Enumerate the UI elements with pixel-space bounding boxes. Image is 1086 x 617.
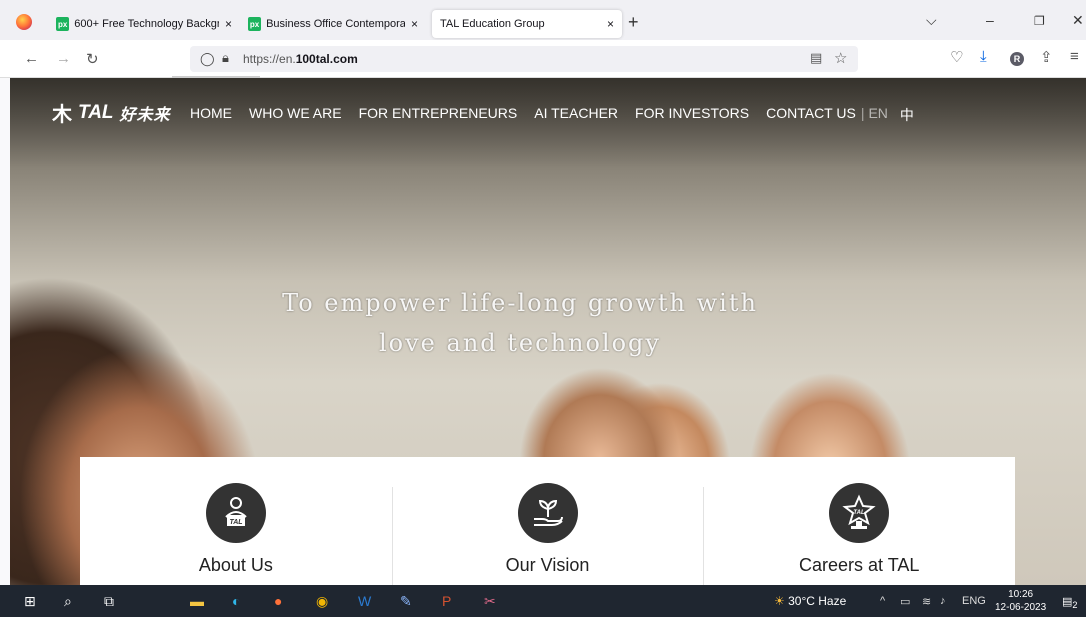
lock-icon[interactable]: 🔒︎	[222, 50, 229, 66]
card-careers[interactable]: TAL Careers at TAL	[703, 457, 1015, 585]
browser-nav-bar: ← → ↻ ◯ 🔒︎ https://en.100tal.com ▤ ☆	[0, 40, 1086, 78]
extensions-icon[interactable]: ⇪	[1040, 48, 1053, 66]
svg-text:TAL: TAL	[229, 519, 242, 526]
tab-close-icon[interactable]: ×	[607, 17, 614, 31]
pexels-favicon-icon: px	[248, 17, 262, 31]
forward-arrow-icon[interactable]: →	[56, 50, 71, 67]
browser-tab-bar: px 600+ Free Technology Backgro × px Bus…	[0, 0, 1086, 40]
svg-text:TAL: TAL	[854, 510, 866, 516]
menu-contact-us[interactable]: CONTACT US	[766, 105, 856, 125]
address-bar[interactable]: ◯ 🔒︎ https://en.100tal.com ▤ ☆	[190, 46, 858, 72]
logo-chinese: 好未来	[119, 106, 171, 124]
site-main-menu: HOME WHO WE ARE FOR ENTREPRENEURS AI TEA…	[190, 105, 914, 125]
lang-cn[interactable]: 中	[900, 105, 914, 125]
windows-taskbar: ⊞ ⌕ ⧉ ▬ ◐ ● ◉ W ✎ P ✂ ☀ 30°C Haze ^ ▭ ≋ …	[0, 585, 1086, 617]
volume-icon[interactable]: ♪	[940, 595, 946, 607]
pocket-icon[interactable]: ♡	[950, 48, 963, 66]
list-all-tabs-button[interactable]: ⌵	[926, 12, 937, 29]
menu-home[interactable]: HOME	[190, 105, 232, 125]
word-icon[interactable]: W	[358, 593, 371, 609]
menu-who-we-are[interactable]: WHO WE ARE	[249, 105, 342, 125]
card-our-vision[interactable]: Our Vision	[391, 457, 704, 585]
task-view-icon[interactable]: ⧉	[104, 593, 114, 610]
clock-date: 12-06-2023	[995, 602, 1047, 613]
menu-for-entrepreneurs[interactable]: FOR ENTREPRENEURS	[359, 105, 518, 125]
hamburger-menu-icon[interactable]: ≡	[1070, 48, 1079, 65]
file-explorer-icon[interactable]: ▬	[190, 593, 204, 609]
tagline-line-1: To empower life-long growth with	[282, 289, 758, 317]
menu-separator: |	[860, 105, 865, 121]
download-icon[interactable]: ⤓	[980, 48, 987, 65]
battery-icon[interactable]: ▭	[900, 595, 910, 608]
back-arrow-icon[interactable]: ←	[24, 50, 39, 67]
tab-title: 600+ Free Technology Backgro	[74, 18, 219, 30]
menu-ai-teacher[interactable]: AI TEACHER	[534, 105, 618, 125]
wifi-icon[interactable]: ≋	[922, 595, 931, 608]
hero-tagline: To empower life-long growth with love an…	[250, 283, 790, 363]
weather-widget[interactable]: ☀ 30°C Haze	[774, 594, 846, 608]
tal-tree-icon: ⽊	[52, 104, 72, 126]
tagline-line-2: love and technology	[379, 329, 661, 357]
tab-title: Business Office Contemporary	[266, 18, 405, 30]
chrome-icon[interactable]: ◉	[316, 593, 328, 610]
restore-button[interactable]: ❐	[1034, 14, 1045, 28]
reload-icon[interactable]: ↻	[86, 50, 99, 68]
bookmark-star-icon[interactable]: ☆	[834, 49, 847, 67]
new-tab-button[interactable]: +	[628, 12, 639, 33]
tab-close-icon[interactable]: ×	[411, 17, 418, 31]
minimize-button[interactable]: –	[986, 12, 994, 28]
translate-icon[interactable]: ▤	[810, 50, 822, 66]
card-title: Our Vision	[505, 555, 590, 575]
logo-text: TAL	[78, 101, 114, 123]
show-hidden-icons[interactable]: ^	[880, 595, 885, 607]
tracking-protection-icon[interactable]: ◯	[200, 51, 215, 67]
input-language[interactable]: ENG	[962, 595, 986, 607]
firefox-taskbar-icon[interactable]: ●	[274, 593, 282, 609]
tab-title: TAL Education Group	[440, 18, 545, 30]
notepad-icon[interactable]: ✎	[400, 593, 412, 610]
firefox-menu-icon[interactable]	[16, 14, 32, 30]
url-text[interactable]: https://en.100tal.com	[243, 52, 358, 66]
tal-logo[interactable]: ⽊ TAL 好未来	[52, 98, 171, 127]
snipping-tool-icon[interactable]: ✂	[484, 593, 496, 610]
card-about-us[interactable]: TAL About Us	[80, 457, 392, 585]
sun-haze-icon: ☀	[774, 594, 785, 608]
lang-en[interactable]: EN	[868, 105, 887, 125]
system-clock[interactable]: 10:26 12-06-2023	[995, 588, 1046, 614]
windows-start-icon[interactable]: ⊞	[24, 593, 36, 610]
feature-cards: TAL About Us Our Vision TAL Careers at T…	[80, 457, 1015, 585]
pexels-favicon-icon: px	[56, 17, 70, 31]
tab-tal-education[interactable]: TAL Education Group ×	[432, 10, 622, 38]
sprout-hand-icon	[517, 483, 578, 543]
card-title: About Us	[198, 555, 273, 575]
star-trophy-icon: TAL	[829, 483, 890, 543]
powerpoint-icon[interactable]: P	[442, 593, 451, 609]
tab-close-icon[interactable]: ×	[225, 17, 232, 31]
tab-technology-backgrounds[interactable]: px 600+ Free Technology Backgro ×	[48, 8, 240, 40]
close-window-button[interactable]: ✕	[1072, 12, 1084, 29]
notification-icon[interactable]: ▤2	[1062, 595, 1078, 610]
search-icon[interactable]: ⌕	[64, 593, 72, 610]
menu-for-investors[interactable]: FOR INVESTORS	[635, 105, 749, 125]
tab-business-office[interactable]: px Business Office Contemporary ×	[240, 8, 426, 40]
clock-time: 10:26	[1008, 589, 1034, 600]
card-title: Careers at TAL	[798, 555, 920, 575]
teacher-tal-icon: TAL	[205, 483, 266, 543]
profile-avatar[interactable]: R	[1010, 52, 1024, 66]
edge-icon[interactable]: ◐	[232, 593, 240, 609]
